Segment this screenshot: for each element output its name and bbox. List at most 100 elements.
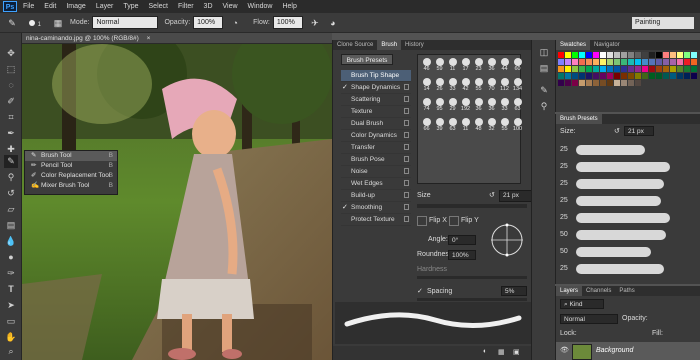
brush-tip[interactable]: 44	[498, 58, 511, 72]
gradient-tool-icon[interactable]: ▤	[4, 219, 18, 232]
tab-layers[interactable]: Layers	[556, 286, 583, 296]
color-swatch[interactable]	[670, 73, 676, 79]
brush-tip[interactable]: 39	[433, 118, 446, 132]
zoom-tool-icon[interactable]: ⌕	[4, 345, 18, 358]
color-swatch[interactable]	[628, 66, 634, 72]
color-swatch[interactable]	[621, 80, 627, 86]
menu-edit[interactable]: Edit	[44, 3, 56, 10]
color-swatch[interactable]	[607, 73, 613, 79]
brush-tip[interactable]: 70	[485, 78, 498, 92]
brush-tip[interactable]: 14	[420, 78, 433, 92]
color-swatch[interactable]	[558, 80, 564, 86]
brush-size-picker[interactable]: 1	[24, 17, 46, 29]
color-swatch[interactable]	[607, 80, 613, 86]
flow-field[interactable]: 100%	[272, 16, 303, 29]
color-swatch[interactable]	[677, 73, 683, 79]
brush-setting-item[interactable]: Wet Edges	[341, 178, 411, 190]
color-swatch[interactable]	[586, 52, 592, 58]
layer-row-background[interactable]: 👁 Background	[556, 342, 700, 360]
color-swatch[interactable]	[614, 66, 620, 72]
lock-icon[interactable]	[404, 156, 409, 162]
stamp-tool-icon[interactable]: ⚲	[4, 171, 18, 184]
color-swatch[interactable]	[628, 80, 634, 86]
brush-tip[interactable]: 74	[420, 98, 433, 112]
setting-checkbox[interactable]: ✓	[342, 202, 348, 213]
lock-icon[interactable]	[404, 216, 409, 222]
color-swatch[interactable]	[621, 66, 627, 72]
color-swatch[interactable]	[565, 52, 571, 58]
lock-icon[interactable]	[404, 192, 409, 198]
menu-view[interactable]: View	[223, 3, 238, 10]
brush-tip[interactable]: 29	[446, 98, 459, 112]
brush-tip[interactable]: 11	[459, 118, 472, 132]
color-swatch[interactable]	[593, 80, 599, 86]
lock-icon[interactable]	[404, 96, 409, 102]
color-swatch[interactable]	[572, 73, 578, 79]
brush-tip[interactable]: 42	[459, 78, 472, 92]
color-swatch[interactable]	[621, 52, 627, 58]
crop-tool-icon[interactable]: ⌗	[4, 111, 18, 124]
menu-window[interactable]: Window	[248, 3, 273, 10]
color-swatch[interactable]	[558, 66, 564, 72]
color-swatch[interactable]	[642, 73, 648, 79]
tab-clone-source[interactable]: Clone Source	[333, 40, 377, 50]
roundness-field[interactable]: 100%	[448, 250, 476, 260]
brush-tip[interactable]: 100	[511, 118, 524, 132]
brush-tool-icon[interactable]: ✎	[4, 155, 18, 168]
color-swatch[interactable]	[600, 66, 606, 72]
brush-setting-item[interactable]: ✓ Shape Dynamics	[341, 82, 411, 94]
brush-tip[interactable]: 33	[498, 98, 511, 112]
spacing-slider[interactable]	[417, 298, 527, 301]
tab-brush[interactable]: Brush	[377, 40, 402, 50]
menu-select[interactable]: Select	[149, 3, 168, 10]
airbrush-icon[interactable]: ✈	[309, 17, 321, 29]
layer-filter-kind[interactable]: ⌕ Kind	[560, 299, 604, 309]
menu-filter[interactable]: Filter	[178, 3, 194, 10]
color-swatch[interactable]	[621, 59, 627, 65]
color-swatch[interactable]	[670, 66, 676, 72]
color-swatch[interactable]	[593, 52, 599, 58]
brush-preset-item[interactable]: 25	[556, 159, 700, 175]
brush-tool-icon[interactable]: ✎	[6, 17, 18, 29]
color-swatch[interactable]	[684, 66, 690, 72]
brush-tip[interactable]: 192	[459, 98, 472, 112]
color-swatch[interactable]	[579, 73, 585, 79]
color-swatch[interactable]	[558, 73, 564, 79]
brush-tip-grid[interactable]: 46 59 11 17 23 36 44 60 14 26 33 42 55 70 112 134 74 95 29…	[417, 54, 524, 184]
brush-setting-item[interactable]: Texture	[341, 106, 411, 118]
menu-3d[interactable]: 3D	[204, 3, 213, 10]
color-swatch[interactable]	[607, 59, 613, 65]
brush-tip[interactable]: 11	[446, 58, 459, 72]
properties-icon[interactable]: ▤	[537, 62, 551, 75]
brush-tip[interactable]: 32	[485, 118, 498, 132]
size-field[interactable]: 21 px	[499, 190, 535, 202]
tab-swatches[interactable]: Swatches	[556, 40, 591, 50]
color-swatch[interactable]	[600, 52, 606, 58]
color-swatch[interactable]	[586, 80, 592, 86]
lasso-tool-icon[interactable]: ◌	[4, 79, 18, 92]
brush-presets-button[interactable]: Brush Presets	[341, 54, 393, 65]
brush-setting-item[interactable]: Color Dynamics	[341, 130, 411, 142]
brush-preset-item[interactable]: 25	[556, 210, 700, 226]
brush-tip[interactable]: 46	[420, 58, 433, 72]
lock-icon[interactable]	[404, 180, 409, 186]
eyedropper-tool-icon[interactable]: ✒	[4, 127, 18, 140]
shape-tool-icon[interactable]: ▭	[4, 315, 18, 328]
menu-file[interactable]: File	[23, 3, 34, 10]
brush-preset-item[interactable]: 25	[556, 176, 700, 192]
brush-tip[interactable]: 66	[420, 118, 433, 132]
flip-x-checkbox[interactable]	[417, 216, 427, 226]
spacing-field[interactable]: 5%	[501, 286, 527, 296]
color-swatch[interactable]	[593, 59, 599, 65]
color-swatch[interactable]	[586, 59, 592, 65]
brush-tip[interactable]: 36	[485, 98, 498, 112]
color-swatch[interactable]	[642, 66, 648, 72]
preset-size-field[interactable]: 21 px	[624, 126, 654, 136]
reset-preset-size-icon[interactable]: ↺	[614, 127, 620, 135]
color-swatch[interactable]	[691, 66, 697, 72]
angle-roundness-widget[interactable]	[487, 220, 527, 260]
color-swatch[interactable]	[691, 73, 697, 79]
color-swatch[interactable]	[663, 73, 669, 79]
color-swatch[interactable]	[663, 66, 669, 72]
lock-icon[interactable]	[404, 120, 409, 126]
